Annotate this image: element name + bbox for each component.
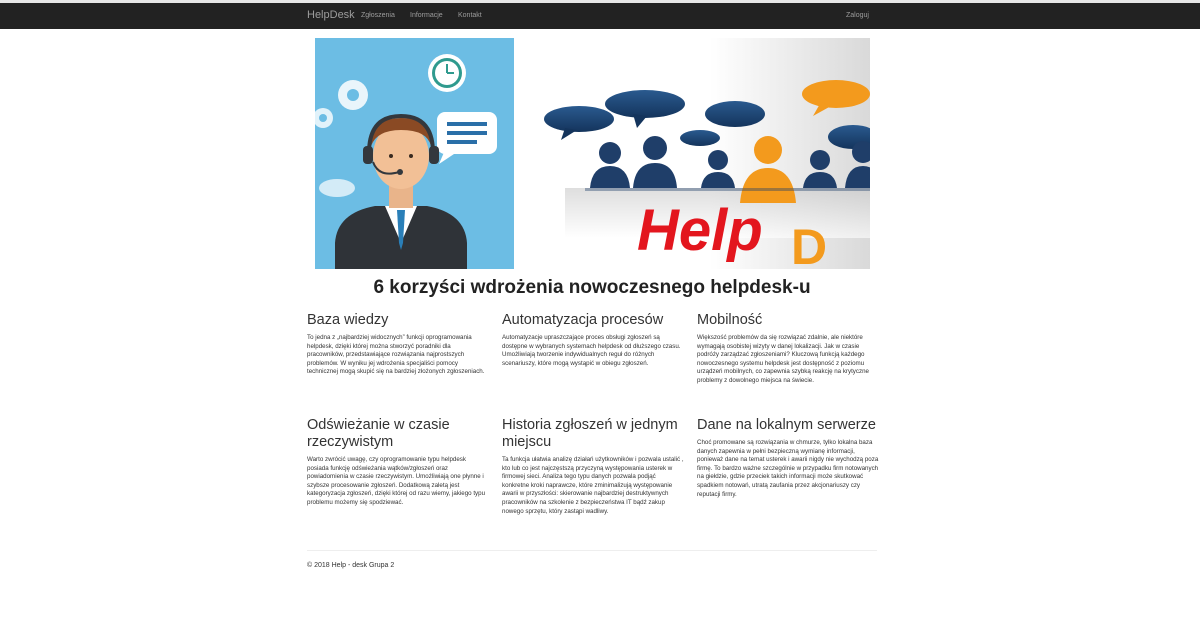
support-agent-illustration [315, 38, 514, 269]
feature-automatyzacja: Automatyzacja procesów Automatyzacje upr… [502, 312, 684, 368]
feature-title: Baza wiedzy [307, 312, 389, 328]
feature-text: Automatyzacje upraszczające proces obsłu… [502, 334, 681, 367]
brand-link[interactable]: HelpDesk [307, 9, 355, 21]
hero-banner-image: Help D [315, 38, 870, 269]
page-headline: 6 korzyści wdrożenia nowoczesnego helpde… [373, 277, 811, 298]
feature-text: Choć promowane są rozwiązania w chmurze,… [697, 439, 879, 498]
feature-title: Mobilność [697, 312, 763, 328]
feature-title: Historia zgłoszeń w jednym miejscu [502, 417, 678, 450]
footer-copyright: © 2018 Help - desk Grupa 2 [307, 562, 395, 569]
feature-text: Większość problemów da się rozwiązać zda… [697, 334, 869, 384]
feature-dane-lokalne: Dane na lokalnym serwerze Choć promowane… [697, 417, 879, 499]
feature-title: Dane na lokalnym serwerze [697, 417, 876, 433]
feature-mobilnosc: Mobilność Większość problemów da się roz… [697, 312, 879, 386]
nav-link-informacje[interactable]: Informacje [410, 12, 443, 19]
navbar: HelpDesk Zgłoszenia Informacje Kontakt Z… [0, 3, 1200, 29]
feature-text: Ta funkcja ułatwia analizę działań użytk… [502, 456, 684, 515]
feature-text: Warto zwrócić uwagę, czy oprogramowanie … [307, 456, 486, 506]
login-link[interactable]: Zaloguj [846, 12, 869, 19]
hero-logo-desk-text: D [791, 219, 827, 269]
feature-title: Odświeżanie w czasie rzeczywistym [307, 417, 450, 450]
feature-odswiezanie: Odświeżanie w czasie rzeczywistym Warto … [307, 417, 489, 508]
hero-logo-help-text: Help [637, 198, 763, 263]
feature-baza-wiedzy: Baza wiedzy To jedna z „najbardziej wido… [307, 312, 489, 377]
nav-link-kontakt[interactable]: Kontakt [458, 12, 482, 19]
feature-text: To jedna z „najbardziej widocznych” funk… [307, 334, 485, 376]
nav-link-zgloszenia[interactable]: Zgłoszenia [361, 12, 395, 19]
feature-title: Automatyzacja procesów [502, 312, 664, 328]
feature-historia: Historia zgłoszeń w jednym miejscu Ta fu… [502, 417, 684, 516]
footer-divider [307, 550, 877, 551]
